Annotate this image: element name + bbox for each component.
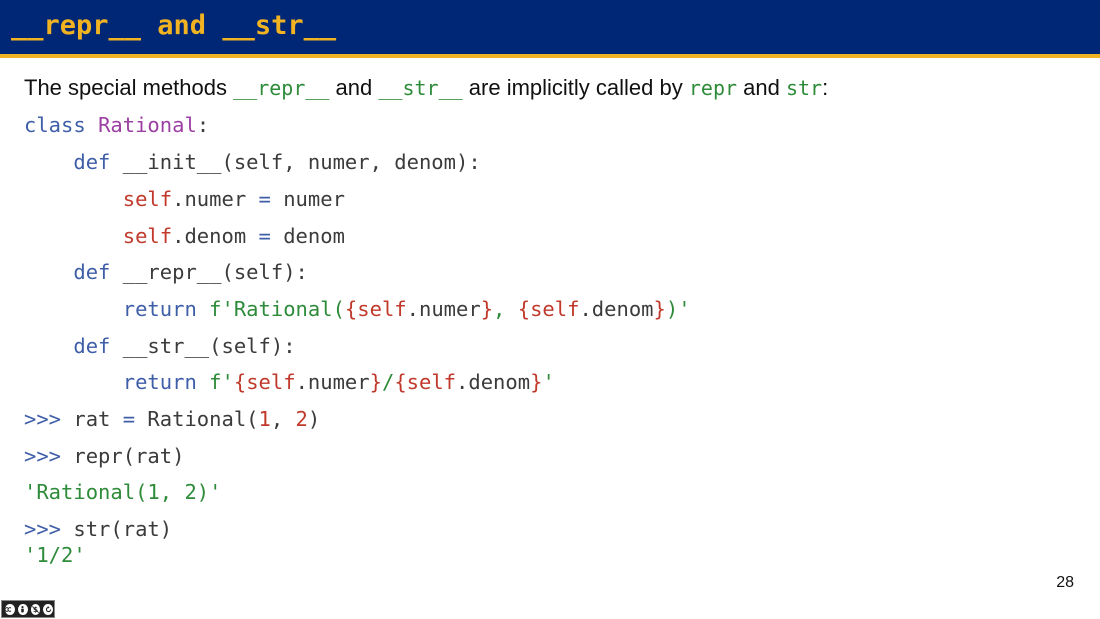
- repl-line: >>> repr(rat): [24, 444, 185, 468]
- intro-code-str-method: __str__: [378, 76, 463, 100]
- class-name: Rational: [98, 113, 197, 137]
- intro-text: and: [737, 75, 786, 100]
- code-line: return f'Rational({self.numer}, {self.de…: [122, 297, 691, 321]
- code-line: def __repr__(self):: [73, 260, 308, 284]
- repl-output: 'Rational(1, 2)': [24, 480, 222, 504]
- slide-title: __repr__ and __str__: [11, 10, 337, 41]
- code-line: class Rational:: [24, 113, 210, 137]
- repl-line: >>> str(rat): [24, 517, 173, 541]
- intro-sentence: The special methods __repr__ and __str__…: [24, 73, 828, 103]
- intro-text: and: [329, 75, 379, 100]
- slide-header: __repr__ and __str__: [0, 0, 1100, 54]
- intro-code-repr: repr: [688, 76, 738, 100]
- intro-text: :: [822, 75, 829, 100]
- repl-prompt: >>>: [24, 407, 62, 431]
- header-divider: [0, 54, 1100, 58]
- code-line: def __str__(self):: [73, 334, 296, 358]
- intro-code-str: str: [785, 76, 823, 100]
- code-line: self.denom = denom: [122, 224, 345, 248]
- code-line: def __init__(self, numer, denom):: [73, 150, 481, 174]
- sa-icon: [42, 602, 54, 616]
- intro-text: The special methods: [24, 75, 234, 100]
- page-number: 28: [1056, 574, 1074, 591]
- by-icon: [16, 602, 29, 616]
- repl-line: >>> rat = Rational(1, 2): [24, 407, 321, 431]
- cc-icon: [4, 602, 16, 616]
- code-line: self.numer = numer: [122, 187, 345, 211]
- intro-code-repr-method: __repr__: [233, 76, 330, 100]
- cc-license-badge: $: [1, 600, 55, 618]
- repl-output: '1/2': [24, 543, 86, 567]
- repl-prompt: >>>: [24, 517, 62, 541]
- repl-prompt: >>>: [24, 444, 62, 468]
- intro-text: are implicitly called by: [462, 75, 689, 100]
- nc-icon: $: [29, 602, 42, 616]
- code-line: return f'{self.numer}/{self.denom}': [122, 370, 555, 394]
